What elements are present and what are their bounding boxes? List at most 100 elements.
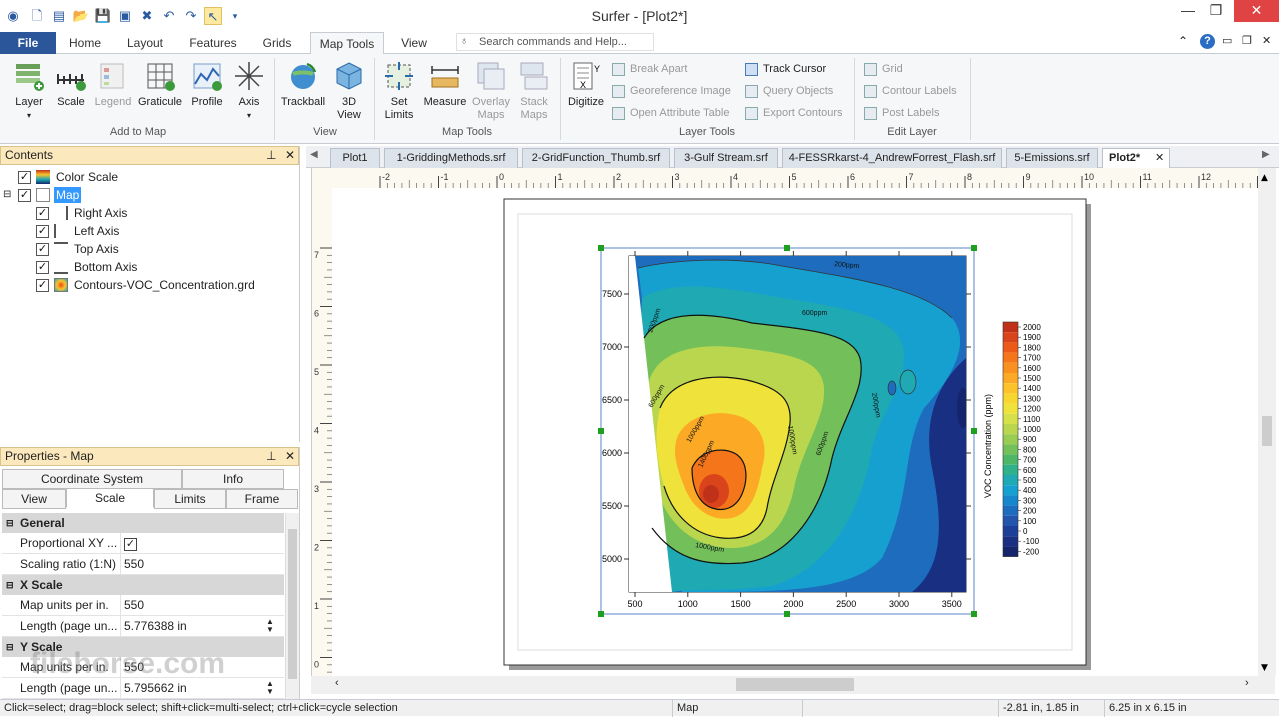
doc-tab-emissions[interactable]: 5-Emissions.srf bbox=[1006, 148, 1098, 168]
x-length-field[interactable]: 5.776388 in bbox=[120, 616, 284, 636]
export-contours-button[interactable]: Export Contours bbox=[745, 104, 842, 122]
tab-scale[interactable]: Scale bbox=[66, 488, 154, 508]
track-cursor-button[interactable]: Track Cursor bbox=[745, 60, 826, 78]
visibility-checkbox[interactable]: ✓ bbox=[36, 279, 49, 292]
prop-row[interactable]: Length (page un... 5.795662 in ▲ ▼ bbox=[2, 678, 284, 699]
georeference-image-button[interactable]: Georeference Image bbox=[612, 82, 731, 100]
doc-tab-griddingmethods[interactable]: 1-GriddingMethods.srf bbox=[384, 148, 518, 168]
scroll-right-icon[interactable]: › bbox=[1245, 677, 1249, 689]
tree-item-map[interactable]: ⊟ ✓ Map bbox=[0, 186, 300, 204]
pin-icon[interactable]: ⊥ bbox=[266, 448, 276, 465]
plot-window[interactable]: -2-1012345678910111213 76543210 bbox=[311, 168, 1276, 694]
x-map-units-field[interactable]: 550 bbox=[120, 595, 284, 615]
tab-grids[interactable]: Grids bbox=[254, 32, 300, 54]
doc-minimize-icon[interactable]: ▭ bbox=[1222, 34, 1232, 47]
visibility-checkbox[interactable]: ✓ bbox=[18, 171, 31, 184]
spinner-icon[interactable]: ▲ ▼ bbox=[266, 618, 274, 634]
doc-tab-fessrkarst[interactable]: 4-FESSRkarst-4_AndrewForrest_Flash.srf bbox=[782, 148, 1002, 168]
help-icon[interactable]: ? bbox=[1200, 34, 1215, 49]
section-x-scale[interactable]: ⊟ X Scale bbox=[2, 575, 284, 595]
visibility-checkbox[interactable]: ✓ bbox=[18, 189, 31, 202]
profile-button[interactable]: Profile bbox=[186, 60, 228, 109]
layer-button[interactable]: Layer ▾ bbox=[8, 60, 50, 122]
visibility-checkbox[interactable]: ✓ bbox=[36, 261, 49, 274]
proportional-xy-checkbox[interactable]: ✓ bbox=[124, 538, 137, 551]
pin-icon[interactable]: ⊥ bbox=[266, 147, 276, 164]
tree-item-top-axis[interactable]: ✓ Top Axis bbox=[0, 240, 300, 258]
scroll-up-icon[interactable]: ▲ bbox=[1261, 173, 1268, 183]
open-attribute-table-button[interactable]: Open Attribute Table bbox=[612, 104, 729, 122]
horizontal-scroll-thumb[interactable] bbox=[736, 678, 854, 691]
set-limits-button[interactable]: Set Limits bbox=[378, 60, 420, 122]
tab-coordinate-system[interactable]: Coordinate System bbox=[2, 469, 182, 489]
vertical-scroll-thumb[interactable] bbox=[1262, 416, 1272, 446]
tab-file[interactable]: File bbox=[0, 32, 56, 54]
axis-button[interactable]: Axis ▾ bbox=[230, 60, 268, 122]
query-objects-button[interactable]: Query Objects bbox=[745, 82, 833, 100]
measure-button[interactable]: Measure bbox=[422, 60, 468, 109]
prop-row[interactable]: Proportional XY ... ✓ bbox=[2, 533, 284, 554]
tab-layout[interactable]: Layout bbox=[118, 32, 172, 54]
trackball-button[interactable]: Trackball bbox=[278, 60, 328, 109]
tab-map-tools[interactable]: Map Tools bbox=[310, 32, 384, 55]
digitize-button[interactable]: YX Digitize bbox=[564, 60, 608, 109]
prop-row[interactable]: Length (page un... 5.776388 in ▲ ▼ bbox=[2, 616, 284, 637]
tab-limits[interactable]: Limits bbox=[154, 489, 226, 509]
collapse-ribbon-icon[interactable]: ⌃ bbox=[1178, 34, 1188, 48]
scaling-ratio-field[interactable]: 550 bbox=[120, 554, 284, 574]
restore-icon[interactable]: ❐ bbox=[1198, 0, 1234, 22]
contour-labels-button[interactable]: Contour Labels bbox=[864, 82, 957, 100]
tab-info[interactable]: Info bbox=[182, 469, 284, 489]
tab-close-icon[interactable]: ✕ bbox=[1155, 149, 1164, 167]
post-labels-button[interactable]: Post Labels bbox=[864, 104, 939, 122]
tab-frame[interactable]: Frame bbox=[226, 489, 298, 509]
scroll-down-icon[interactable]: ▼ bbox=[1261, 663, 1268, 673]
tab-view[interactable]: View bbox=[392, 32, 436, 54]
panel-close-icon[interactable]: ✕ bbox=[285, 448, 295, 465]
tabs-left-icon[interactable]: ◀ bbox=[310, 149, 318, 160]
prop-row[interactable]: Scaling ratio (1:N) 550 bbox=[2, 554, 284, 575]
color-scale[interactable]: 2000190018001700160015001400130012001100… bbox=[1002, 321, 1041, 557]
spinner-icon[interactable]: ▲ ▼ bbox=[266, 680, 274, 696]
horizontal-scrollbar[interactable]: ‹ › bbox=[311, 676, 1275, 694]
doc-tab-gridfunction[interactable]: 2-GridFunction_Thumb.srf bbox=[522, 148, 670, 168]
tree-item-left-axis[interactable]: ✓ Left Axis bbox=[0, 222, 300, 240]
doc-restore-icon[interactable]: ❐ bbox=[1242, 34, 1252, 47]
collapse-icon[interactable]: ⊟ bbox=[3, 186, 11, 204]
prop-row[interactable]: Map units per in. 550 bbox=[2, 595, 284, 616]
contour-map[interactable]: 200ppm 600ppm200ppm600ppm1000ppm1400ppm 10… bbox=[602, 251, 971, 609]
legend-icon bbox=[97, 60, 129, 92]
panel-close-icon[interactable]: ✕ bbox=[285, 147, 295, 164]
edit-grid-button[interactable]: Grid bbox=[864, 60, 903, 78]
tab-features[interactable]: Features bbox=[182, 32, 244, 54]
doc-tab-plot1[interactable]: Plot1 bbox=[330, 148, 380, 168]
plot-canvas[interactable]: -2-1012345678910111213 76543210 bbox=[312, 168, 1276, 694]
section-general[interactable]: ⊟ General bbox=[2, 513, 284, 533]
properties-scrollbar[interactable] bbox=[285, 513, 299, 699]
overlay-maps-button[interactable]: Overlay Maps bbox=[470, 60, 512, 122]
3d-view-button[interactable]: 3D View bbox=[330, 60, 368, 122]
color-scale-swatch bbox=[1003, 332, 1018, 343]
tab-home[interactable]: Home bbox=[60, 32, 110, 54]
close-icon[interactable]: ✕ bbox=[1234, 0, 1279, 22]
doc-tab-gulf-stream[interactable]: 3-Gulf Stream.srf bbox=[674, 148, 778, 168]
tabs-right-icon[interactable]: ▶ bbox=[1262, 149, 1270, 160]
tab-view-props[interactable]: View bbox=[2, 489, 66, 509]
doc-tab-plot2[interactable]: Plot2* ✕ bbox=[1102, 148, 1170, 168]
tree-item-bottom-axis[interactable]: ✓ Bottom Axis bbox=[0, 258, 300, 276]
legend-button[interactable]: Legend bbox=[92, 60, 134, 109]
tree-item-right-axis[interactable]: ✓ Right Axis bbox=[0, 204, 300, 222]
scroll-left-icon[interactable]: ‹ bbox=[335, 677, 339, 689]
visibility-checkbox[interactable]: ✓ bbox=[36, 243, 49, 256]
search-commands-input[interactable]: Search commands and Help... bbox=[456, 33, 654, 51]
tree-item-contours-layer[interactable]: ✓ Contours-VOC_Concentration.grd bbox=[0, 276, 300, 294]
stack-maps-button[interactable]: Stack Maps bbox=[514, 60, 554, 122]
y-length-field[interactable]: 5.795662 in bbox=[120, 678, 284, 698]
tree-item-color-scale[interactable]: ✓ Color Scale bbox=[0, 168, 300, 186]
break-apart-button[interactable]: Break Apart bbox=[612, 60, 687, 78]
visibility-checkbox[interactable]: ✓ bbox=[36, 207, 49, 220]
scale-button[interactable]: Scale bbox=[52, 60, 90, 109]
doc-close-icon[interactable]: ✕ bbox=[1262, 34, 1271, 47]
graticule-button[interactable]: Graticule bbox=[136, 60, 184, 109]
visibility-checkbox[interactable]: ✓ bbox=[36, 225, 49, 238]
